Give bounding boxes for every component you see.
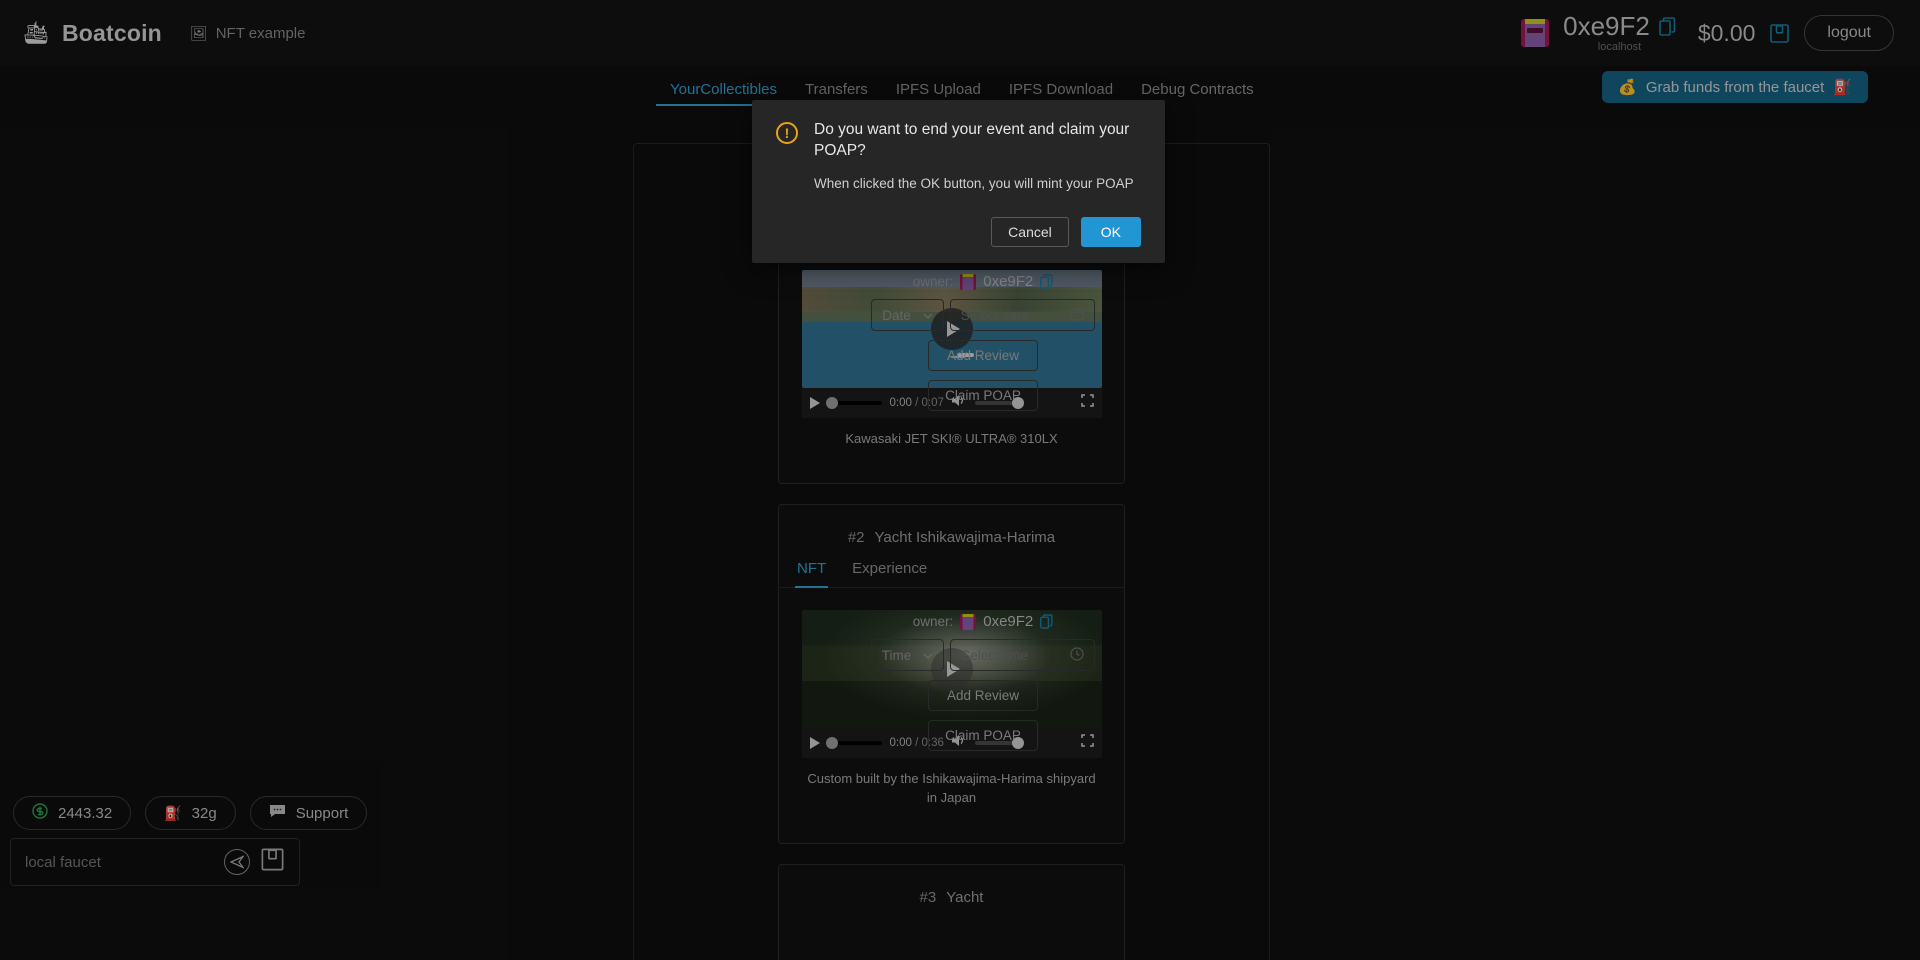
confirm-dialog: ! Do you want to end your event and clai… [752, 100, 1165, 263]
dialog-actions: Cancel OK [776, 216, 1141, 247]
dialog-title: Do you want to end your event and claim … [814, 121, 1130, 159]
warning-exclamation-icon: ! [776, 122, 798, 144]
ok-button[interactable]: OK [1080, 216, 1141, 247]
cancel-button[interactable]: Cancel [991, 216, 1069, 247]
dialog-header: ! Do you want to end your event and clai… [776, 120, 1141, 162]
dialog-body: When clicked the OK button, you will min… [814, 175, 1134, 191]
